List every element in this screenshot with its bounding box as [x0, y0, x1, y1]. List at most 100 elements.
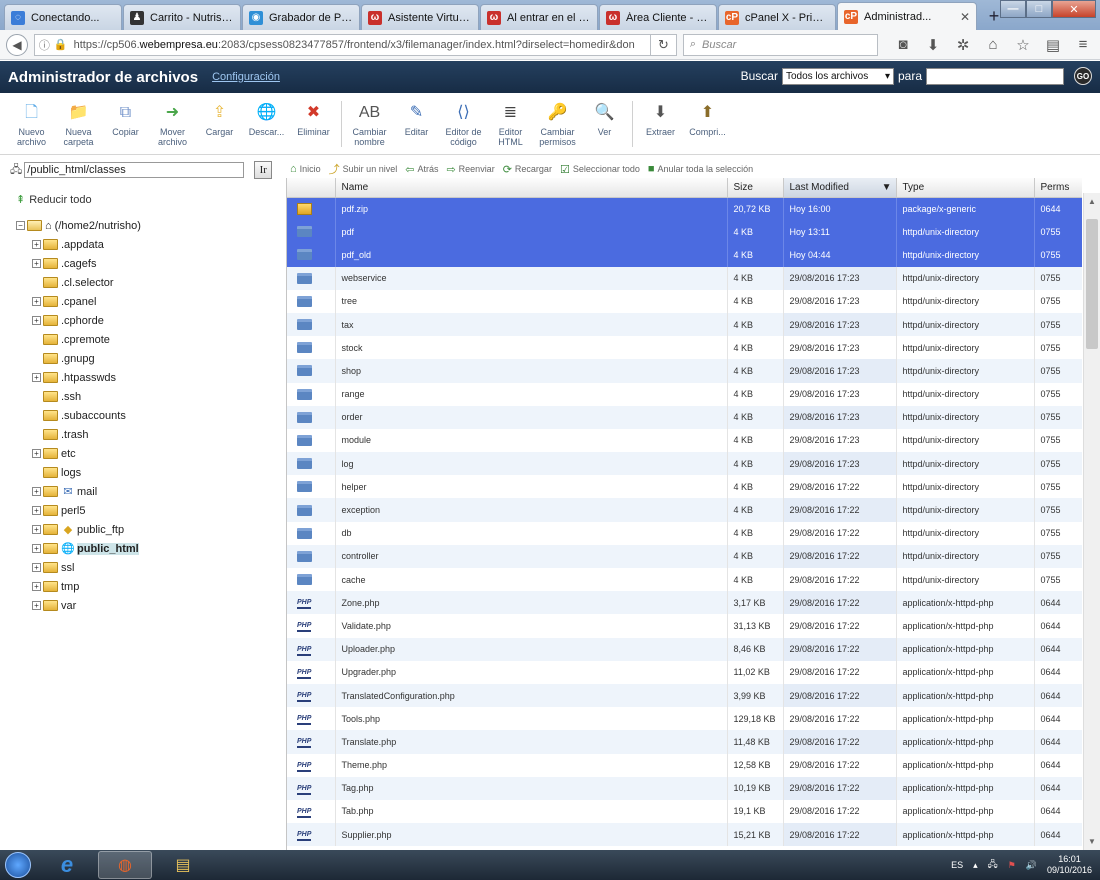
expand-toggle-icon[interactable]: +: [32, 240, 41, 249]
bookmark-star-icon[interactable]: ☆: [1012, 36, 1034, 54]
table-row[interactable]: controller 4 KB 29/08/2016 17:22 httpd/unix…: [287, 544, 1082, 568]
expand-toggle-icon[interactable]: +: [32, 601, 41, 610]
column-header-type[interactable]: Type: [896, 178, 1035, 198]
tree-item[interactable]: logs: [32, 463, 284, 482]
tree-item[interactable]: + ◆ public_ftp: [32, 520, 284, 539]
toolbar-button-code-editor[interactable]: ⟨⟩ Editor de código: [440, 101, 487, 154]
ie-icon[interactable]: e: [40, 851, 94, 879]
table-row[interactable]: PHP Validate.php 31,13 KB 29/08/2016 17:22 a…: [287, 614, 1082, 638]
tree-item[interactable]: .gnupg: [32, 349, 284, 368]
tray-up-icon[interactable]: ▴: [973, 860, 978, 871]
table-row[interactable]: helper 4 KB 29/08/2016 17:22 httpd/unix-dir…: [287, 475, 1082, 499]
column-header-last-modified[interactable]: Last Modified ▼: [783, 178, 897, 198]
search-scope-select[interactable]: Todos los archivos ▾: [781, 67, 894, 85]
table-row[interactable]: tax 4 KB 29/08/2016 17:23 httpd/unix-direct…: [287, 312, 1082, 337]
reader-icon[interactable]: ▤: [1042, 36, 1064, 54]
tree-item[interactable]: .subaccounts: [32, 406, 284, 425]
firefox-icon[interactable]: ◍: [98, 851, 152, 879]
nav-button-unselect-all[interactable]: ■ Anular toda la selección: [648, 163, 753, 175]
toolbar-button-copy[interactable]: ⧉ Copiar: [102, 101, 149, 154]
go-button[interactable]: GO: [1074, 67, 1092, 85]
browser-tab[interactable]: ◌ Conectando...: [4, 4, 122, 30]
table-row[interactable]: pdf.zip 20,72 KB Hoy 16:00 package/x-generi…: [287, 197, 1082, 221]
table-row[interactable]: module 4 KB 29/08/2016 17:23 httpd/unix-dir…: [287, 428, 1082, 453]
search-input[interactable]: [926, 67, 1064, 85]
column-header-size[interactable]: Size: [727, 178, 784, 198]
expand-toggle-icon[interactable]: +: [32, 563, 41, 572]
tree-item[interactable]: .cpremote: [32, 330, 284, 349]
clock[interactable]: 16:01 09/10/2016: [1047, 854, 1092, 876]
collapse-toggle-icon[interactable]: −: [16, 221, 25, 230]
expand-toggle-icon[interactable]: +: [32, 582, 41, 591]
tree-item[interactable]: + tmp: [32, 577, 284, 596]
browser-tab[interactable]: ◉ Grabador de Pa...: [242, 4, 360, 30]
tree-item[interactable]: + etc: [32, 444, 284, 463]
table-row[interactable]: exception 4 KB 29/08/2016 17:22 httpd/unix-…: [287, 498, 1082, 522]
toolbar-button-view[interactable]: 🔍 Ver: [581, 101, 628, 154]
column-header-name[interactable]: Name: [335, 178, 728, 198]
expand-toggle-icon[interactable]: +: [32, 297, 41, 306]
reload-icon[interactable]: ↻: [650, 33, 677, 56]
table-row[interactable]: tree 4 KB 29/08/2016 17:23 httpd/unix-direc…: [287, 289, 1082, 313]
table-row[interactable]: PHP Upgrader.php 11,02 KB 29/08/2016 17:22 a…: [287, 660, 1082, 684]
table-row[interactable]: db 4 KB 29/08/2016 17:22 httpd/unix-directo…: [287, 521, 1082, 545]
url-bar[interactable]: ⓘ 🔒 https://cp506. webempresa.eu:2083/cps…: [33, 33, 651, 56]
column-header-perms[interactable]: Perms: [1034, 178, 1082, 198]
tree-item[interactable]: + .cphorde: [32, 311, 284, 330]
expand-toggle-icon[interactable]: +: [32, 525, 41, 534]
table-row[interactable]: PHP Tag.php 10,19 KB 29/08/2016 17:22 applic…: [287, 776, 1082, 800]
collapse-all-button[interactable]: ⇞ Reducir todo: [16, 193, 284, 207]
table-row[interactable]: cache 4 KB 29/08/2016 17:22 httpd/unix-dire…: [287, 568, 1082, 592]
nav-button-back[interactable]: ⇦ Atrás: [405, 163, 438, 176]
table-row[interactable]: order 4 KB 29/08/2016 17:23 httpd/unix-dire…: [287, 405, 1082, 429]
start-button[interactable]: [0, 850, 36, 880]
table-row[interactable]: PHP Translate.php 11,48 KB 29/08/2016 17:22…: [287, 730, 1082, 754]
toolbar-button-edit[interactable]: ✎ Editar: [393, 101, 440, 154]
table-row[interactable]: shop 4 KB 29/08/2016 17:23 httpd/unix-direc…: [287, 359, 1082, 383]
download-arrow-icon[interactable]: ⬇: [922, 36, 944, 54]
tree-root[interactable]: − ⌂ (/home2/nutrisho): [16, 216, 284, 235]
tree-item[interactable]: + ssl: [32, 558, 284, 577]
expand-toggle-icon[interactable]: +: [32, 259, 41, 268]
toolbar-button-delete[interactable]: ✖ Eliminar: [290, 101, 337, 154]
table-row[interactable]: PHP Theme.php 12,58 KB 29/08/2016 17:22 appl…: [287, 753, 1082, 777]
table-row[interactable]: webservice 4 KB 29/08/2016 17:23 httpd/unix…: [287, 266, 1082, 290]
expand-toggle-icon[interactable]: +: [32, 373, 41, 382]
toolbar-button-new-folder[interactable]: 📁 Nueva carpeta: [55, 101, 102, 154]
nav-button-up-level[interactable]: ⤴ Subir un nivel: [329, 161, 398, 177]
volume-icon[interactable]: 🔊: [1026, 860, 1037, 871]
tree-item[interactable]: + perl5: [32, 501, 284, 520]
configuration-link[interactable]: Configuración: [212, 71, 280, 83]
browser-tab[interactable]: cP cPanel X - Princi...: [718, 4, 836, 30]
table-row[interactable]: pdf 4 KB Hoy 13:11 httpd/unix-directory 0755: [287, 220, 1082, 244]
back-icon[interactable]: ◀: [6, 33, 28, 56]
toolbar-button-html-editor[interactable]: ≣ Editor HTML: [487, 101, 534, 154]
extension-icon[interactable]: ✲: [952, 36, 974, 54]
nav-button-forward[interactable]: ⇨ Reenviar: [446, 163, 494, 176]
table-row[interactable]: stock 4 KB 29/08/2016 17:23 httpd/unix-dire…: [287, 336, 1082, 360]
toolbar-button-download[interactable]: 🌐 Descar...: [243, 101, 290, 154]
table-row[interactable]: PHP Zone.php 3,17 KB 29/08/2016 17:22 applic…: [287, 591, 1082, 615]
menu-icon[interactable]: ≡: [1072, 36, 1094, 54]
table-row[interactable]: PHP TranslatedConfiguration.php 3,99 KB 29/…: [287, 683, 1082, 708]
explorer-icon[interactable]: ▤: [156, 851, 210, 879]
tree-item[interactable]: .ssh: [32, 387, 284, 406]
tree-item[interactable]: + .cpanel: [32, 292, 284, 311]
toolbar-button-compress[interactable]: ⬆ Compri...: [684, 101, 731, 154]
toolbar-button-extract[interactable]: ⬇ Extraer: [637, 101, 684, 154]
nav-button-reload[interactable]: ⟳ Recargar: [503, 163, 552, 176]
table-row[interactable]: PHP Tools.php 129,18 KB 29/08/2016 17:22 app…: [287, 707, 1082, 731]
home-icon[interactable]: ⌂: [982, 36, 1004, 54]
table-row[interactable]: range 4 KB 29/08/2016 17:23 httpd/unix-dire…: [287, 382, 1082, 406]
browser-tab[interactable]: ω Al entrar en el b...: [480, 4, 598, 30]
toolbar-button-upload[interactable]: ⇪ Cargar: [196, 101, 243, 154]
nav-button-home[interactable]: ⌂ Inicio: [290, 163, 321, 175]
tree-item[interactable]: + 🌐 public_html: [32, 539, 284, 558]
language-indicator[interactable]: ES: [951, 860, 963, 870]
scroll-up-icon[interactable]: ▲: [1084, 193, 1100, 210]
tree-item[interactable]: + .cagefs: [32, 254, 284, 273]
toolbar-button-new-file[interactable]: 🗋 Nuevo archivo: [8, 101, 55, 154]
tree-item[interactable]: + var: [32, 596, 284, 615]
table-row[interactable]: PHP Uploader.php 8,46 KB 29/08/2016 17:22 ap…: [287, 637, 1082, 661]
toolbar-button-rename[interactable]: AB Cambiar nombre: [346, 101, 393, 154]
